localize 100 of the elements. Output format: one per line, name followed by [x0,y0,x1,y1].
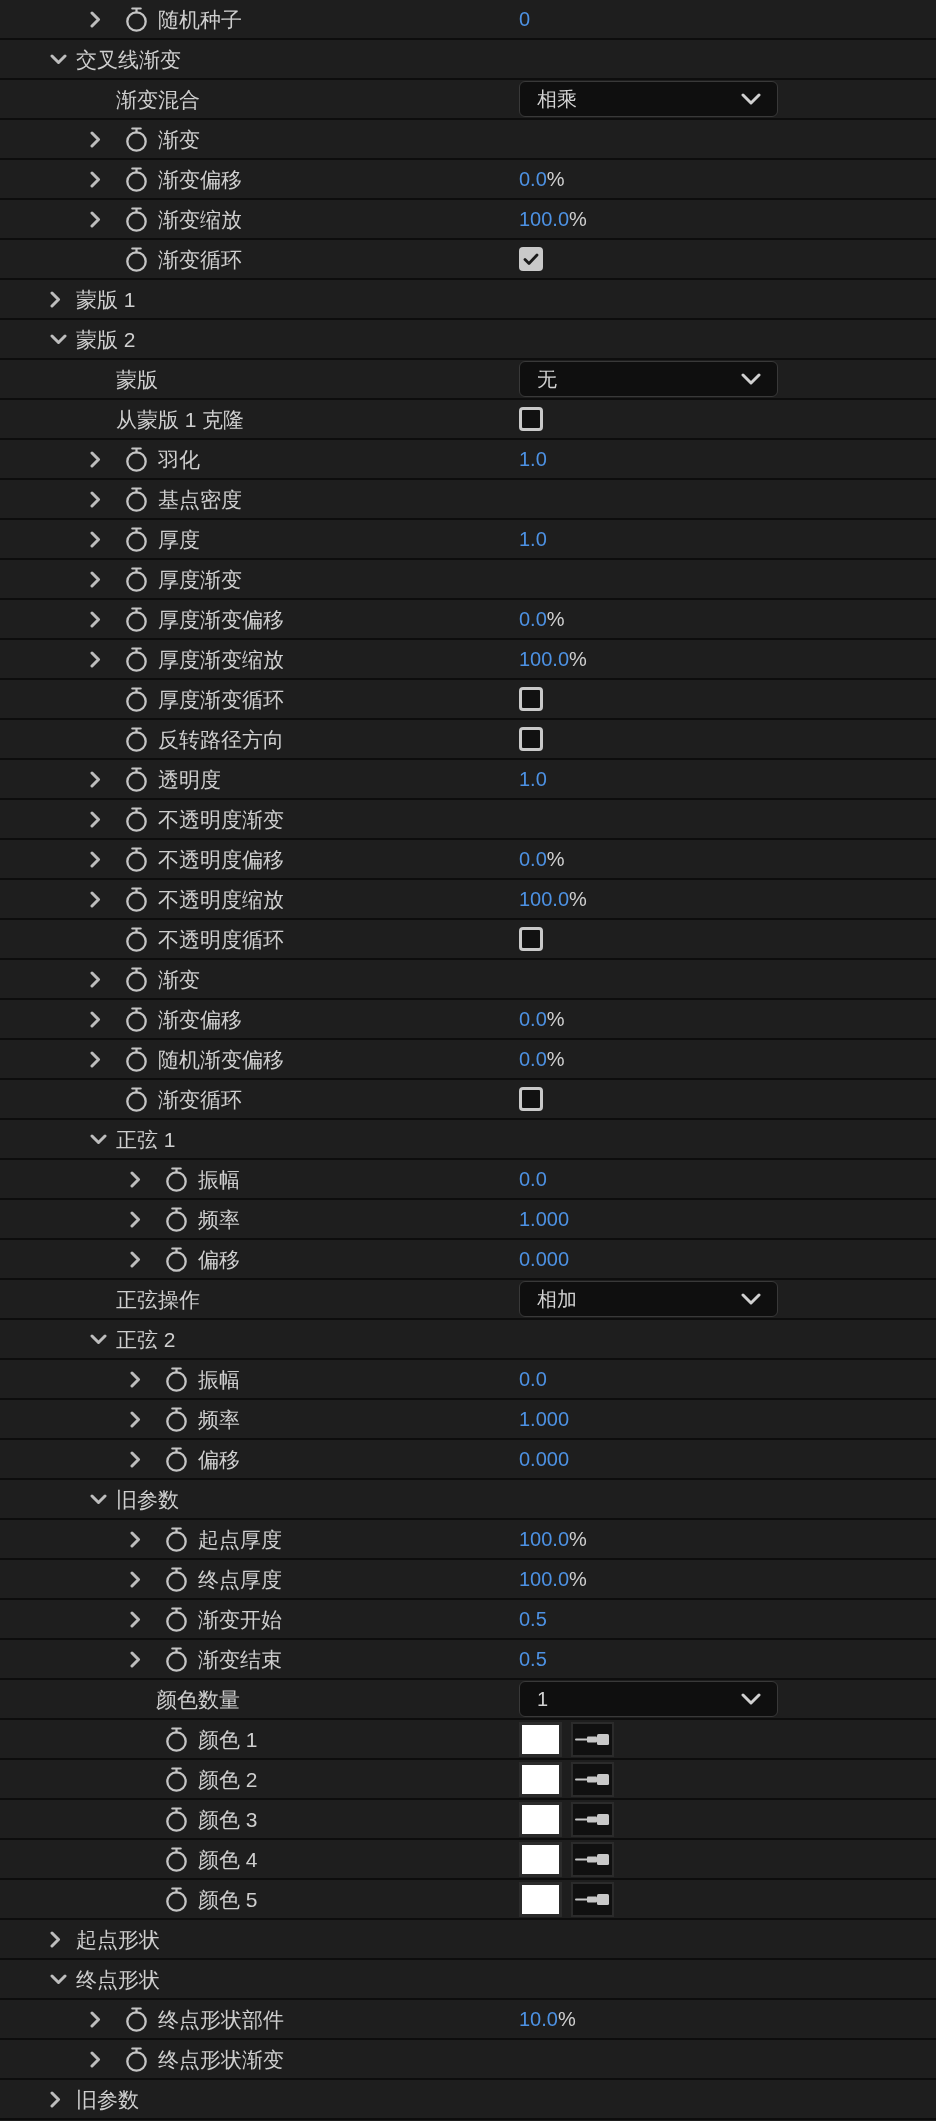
number-value[interactable]: 0.0 [519,1169,547,1189]
number-value[interactable]: 100.0% [519,889,587,909]
color-swatch[interactable] [519,1721,562,1757]
chevron-right-icon[interactable] [130,1570,141,1588]
dropdown[interactable]: 无 [519,361,778,397]
number-value[interactable]: 0.5 [519,1609,547,1629]
checkbox[interactable] [519,927,543,951]
stopwatch-icon[interactable] [165,1446,188,1472]
stopwatch-icon[interactable] [125,246,148,272]
checkbox[interactable] [519,727,543,751]
stopwatch-icon[interactable] [165,1886,188,1912]
eyedropper-button[interactable] [571,1841,614,1877]
stopwatch-icon[interactable] [165,1566,188,1592]
dropdown[interactable]: 相加 [519,1281,778,1317]
stopwatch-icon[interactable] [165,1246,188,1272]
number-value[interactable]: 0.000 [519,1449,570,1469]
number-value[interactable]: 1.0 [519,529,547,549]
number-value[interactable]: 100.0% [519,1569,587,1589]
stopwatch-icon[interactable] [125,166,148,192]
chevron-right-icon[interactable] [90,210,101,228]
stopwatch-icon[interactable] [165,1646,188,1672]
chevron-down-icon[interactable] [90,1493,107,1505]
number-value[interactable]: 0.0% [519,849,565,869]
stopwatch-icon[interactable] [125,6,148,32]
chevron-down-icon[interactable] [50,333,67,345]
number-value[interactable]: 1.000 [519,1209,570,1229]
checkbox[interactable] [519,687,543,711]
chevron-right-icon[interactable] [90,970,101,988]
color-swatch[interactable] [519,1801,562,1837]
chevron-right-icon[interactable] [50,290,61,308]
stopwatch-icon[interactable] [165,1766,188,1792]
chevron-right-icon[interactable] [90,850,101,868]
stopwatch-icon[interactable] [165,1726,188,1752]
chevron-right-icon[interactable] [130,1250,141,1268]
chevron-right-icon[interactable] [90,650,101,668]
number-value[interactable]: 100.0% [519,1529,587,1549]
stopwatch-icon[interactable] [125,566,148,592]
stopwatch-icon[interactable] [125,886,148,912]
number-value[interactable]: 1.0 [519,769,547,789]
stopwatch-icon[interactable] [165,1406,188,1432]
stopwatch-icon[interactable] [125,126,148,152]
chevron-down-icon[interactable] [90,1333,107,1345]
stopwatch-icon[interactable] [125,526,148,552]
number-value[interactable]: 0 [519,9,531,29]
dropdown[interactable]: 相乘 [519,81,778,117]
stopwatch-icon[interactable] [165,1166,188,1192]
stopwatch-icon[interactable] [125,2046,148,2072]
stopwatch-icon[interactable] [125,846,148,872]
stopwatch-icon[interactable] [165,1366,188,1392]
number-value[interactable]: 0.0% [519,1049,565,1069]
chevron-right-icon[interactable] [130,1650,141,1668]
chevron-right-icon[interactable] [90,450,101,468]
dropdown[interactable]: 1 [519,1681,778,1717]
eyedropper-button[interactable] [571,1761,614,1797]
number-value[interactable]: 0.0 [519,1369,547,1389]
number-value[interactable]: 0.000 [519,1249,570,1269]
eyedropper-button[interactable] [571,1801,614,1837]
chevron-down-icon[interactable] [50,53,67,65]
color-swatch[interactable] [519,1841,562,1877]
chevron-right-icon[interactable] [90,10,101,28]
chevron-down-icon[interactable] [50,1973,67,1985]
stopwatch-icon[interactable] [125,206,148,232]
chevron-right-icon[interactable] [90,2050,101,2068]
chevron-right-icon[interactable] [90,1010,101,1028]
eyedropper-button[interactable] [571,1721,614,1757]
chevron-right-icon[interactable] [90,610,101,628]
chevron-right-icon[interactable] [90,810,101,828]
chevron-right-icon[interactable] [90,130,101,148]
number-value[interactable]: 0.0% [519,1009,565,1029]
stopwatch-icon[interactable] [125,2006,148,2032]
stopwatch-icon[interactable] [125,646,148,672]
number-value[interactable]: 1.0 [519,449,547,469]
chevron-right-icon[interactable] [90,1050,101,1068]
number-value[interactable]: 0.5 [519,1649,547,1669]
chevron-right-icon[interactable] [90,530,101,548]
checkbox[interactable] [519,407,543,431]
color-swatch[interactable] [519,1761,562,1797]
chevron-right-icon[interactable] [130,1610,141,1628]
stopwatch-icon[interactable] [125,806,148,832]
chevron-right-icon[interactable] [130,1170,141,1188]
stopwatch-icon[interactable] [125,1046,148,1072]
chevron-right-icon[interactable] [90,490,101,508]
stopwatch-icon[interactable] [165,1206,188,1232]
stopwatch-icon[interactable] [125,446,148,472]
chevron-right-icon[interactable] [130,1530,141,1548]
stopwatch-icon[interactable] [125,606,148,632]
stopwatch-icon[interactable] [165,1606,188,1632]
checkbox[interactable] [519,247,543,271]
chevron-right-icon[interactable] [130,1450,141,1468]
stopwatch-icon[interactable] [165,1806,188,1832]
stopwatch-icon[interactable] [125,926,148,952]
stopwatch-icon[interactable] [125,1006,148,1032]
stopwatch-icon[interactable] [165,1846,188,1872]
number-value[interactable]: 100.0% [519,209,587,229]
chevron-right-icon[interactable] [50,2090,61,2108]
number-value[interactable]: 10.0% [519,2009,576,2029]
chevron-right-icon[interactable] [50,1930,61,1948]
chevron-down-icon[interactable] [90,1133,107,1145]
stopwatch-icon[interactable] [165,1526,188,1552]
stopwatch-icon[interactable] [125,726,148,752]
